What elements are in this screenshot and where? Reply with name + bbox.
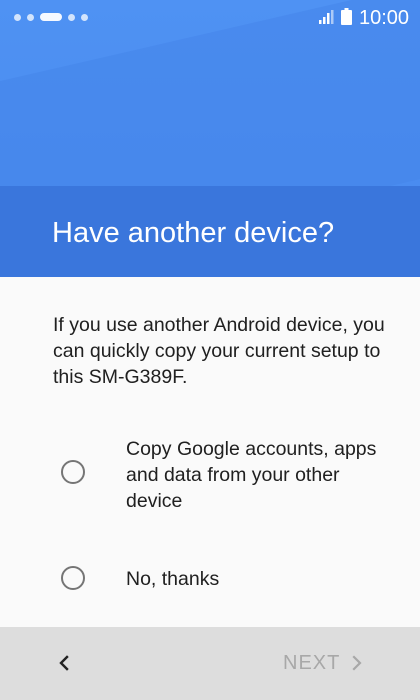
radio-button-no-thanks[interactable]: [61, 566, 85, 590]
option-label-no-thanks: No, thanks: [126, 568, 220, 590]
next-button-label: NEXT: [283, 652, 341, 674]
option-no-thanks[interactable]: No, thanks: [0, 556, 420, 602]
next-button[interactable]: NEXT: [283, 645, 364, 681]
status-time: 10:00: [359, 7, 410, 29]
chevron-left-icon: [59, 655, 69, 671]
notification-dot: [81, 13, 88, 21]
notification-pill: [40, 13, 62, 21]
description-text: If you use another Android device, you c…: [53, 314, 385, 388]
setup-header: 10:00 Have another device?: [0, 0, 420, 277]
notification-dots-icon: [14, 13, 88, 21]
battery-icon: [341, 8, 352, 25]
notification-dot: [27, 13, 34, 21]
radio-button-copy[interactable]: [61, 460, 85, 484]
option-label-copy: Copy Google accounts, apps and data from…: [126, 438, 377, 512]
notification-dot: [14, 13, 21, 21]
status-bar: 10:00: [0, 0, 420, 36]
signal-icon: [319, 10, 334, 24]
back-button[interactable]: [44, 643, 84, 683]
notification-dot: [68, 13, 75, 21]
navigation-bar: NEXT: [0, 627, 420, 700]
chevron-right-icon: [352, 655, 362, 671]
option-copy-from-device[interactable]: Copy Google accounts, apps and data from…: [0, 434, 420, 512]
page-title: Have another device?: [52, 217, 335, 249]
